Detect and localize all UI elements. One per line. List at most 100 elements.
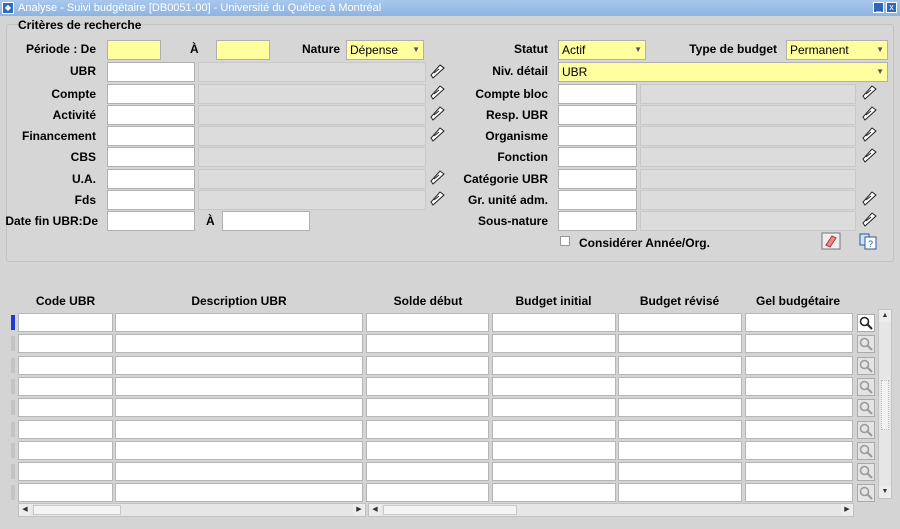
scroll-right-icon[interactable]: ▶ xyxy=(841,504,853,516)
cell-solde-debut[interactable] xyxy=(366,377,489,396)
compte-bloc-lov-pencil-icon[interactable] xyxy=(860,83,878,101)
cell-code-ubr[interactable] xyxy=(18,420,113,439)
date-fin-to-field[interactable] xyxy=(222,211,310,231)
considerer-checkbox[interactable] xyxy=(560,236,570,246)
magnifier-icon[interactable] xyxy=(857,442,875,460)
cell-description-ubr[interactable] xyxy=(115,420,363,439)
compte-lov-pencil-icon[interactable] xyxy=(428,83,446,101)
row-indicator[interactable] xyxy=(11,336,15,351)
nature-select[interactable]: Dépense ▼ xyxy=(346,40,424,60)
type-budget-select[interactable]: Permanent ▼ xyxy=(786,40,888,60)
scroll-thumb[interactable] xyxy=(881,380,889,430)
cell-gel-budgetaire[interactable] xyxy=(745,441,853,460)
compte-code-field[interactable] xyxy=(107,84,195,104)
scroll-left-icon[interactable]: ◀ xyxy=(369,504,381,516)
cell-gel-budgetaire[interactable] xyxy=(745,313,853,332)
row-indicator[interactable] xyxy=(11,464,15,479)
ua-code-field[interactable] xyxy=(107,169,195,189)
cell-budget-initial[interactable] xyxy=(492,356,616,375)
activite-lov-pencil-icon[interactable] xyxy=(428,104,446,122)
date-fin-from-field[interactable] xyxy=(107,211,195,231)
cell-budget-initial[interactable] xyxy=(492,334,616,353)
cell-budget-initial[interactable] xyxy=(492,313,616,332)
cell-budget-initial[interactable] xyxy=(492,377,616,396)
cell-description-ubr[interactable] xyxy=(115,462,363,481)
row-indicator[interactable] xyxy=(11,422,15,437)
fds-code-field[interactable] xyxy=(107,190,195,210)
periode-to-field[interactable] xyxy=(216,40,270,60)
ubr-code-field[interactable] xyxy=(107,62,195,82)
magnifier-icon[interactable] xyxy=(857,421,875,439)
sous-nature-lov-pencil-icon[interactable] xyxy=(860,210,878,228)
cell-solde-debut[interactable] xyxy=(366,420,489,439)
scroll-down-icon[interactable]: ▼ xyxy=(879,486,891,498)
cell-solde-debut[interactable] xyxy=(366,462,489,481)
minimize-button[interactable]: _ xyxy=(873,2,884,13)
cell-budget-initial[interactable] xyxy=(492,398,616,417)
activite-code-field[interactable] xyxy=(107,105,195,125)
niv-detail-select[interactable]: UBR ▼ xyxy=(558,62,888,82)
row-indicator[interactable] xyxy=(11,379,15,394)
scroll-thumb[interactable] xyxy=(383,505,517,515)
cell-gel-budgetaire[interactable] xyxy=(745,377,853,396)
sous-nature-code-field[interactable] xyxy=(558,211,637,231)
ua-lov-pencil-icon[interactable] xyxy=(428,168,446,186)
magnifier-icon[interactable] xyxy=(857,484,875,502)
cell-budget-initial[interactable] xyxy=(492,462,616,481)
grid-vertical-scrollbar[interactable]: ▲ ▼ xyxy=(878,309,892,499)
cell-gel-budgetaire[interactable] xyxy=(745,398,853,417)
magnifier-icon[interactable] xyxy=(857,335,875,353)
cell-budget-revise[interactable] xyxy=(618,398,742,417)
cell-gel-budgetaire[interactable] xyxy=(745,334,853,353)
gr-unite-code-field[interactable] xyxy=(558,190,637,210)
cell-description-ubr[interactable] xyxy=(115,441,363,460)
cell-budget-revise[interactable] xyxy=(618,313,742,332)
periode-from-field[interactable] xyxy=(107,40,161,60)
cell-code-ubr[interactable] xyxy=(18,483,113,502)
ubr-lov-pencil-icon[interactable] xyxy=(428,62,446,80)
magnifier-icon[interactable] xyxy=(857,357,875,375)
cell-budget-revise[interactable] xyxy=(618,420,742,439)
resp-ubr-lov-pencil-icon[interactable] xyxy=(860,104,878,122)
statut-select[interactable]: Actif ▼ xyxy=(558,40,646,60)
magnifier-icon[interactable] xyxy=(857,314,875,332)
cell-budget-revise[interactable] xyxy=(618,334,742,353)
cell-description-ubr[interactable] xyxy=(115,356,363,375)
cbs-code-field[interactable] xyxy=(107,147,195,167)
cell-solde-debut[interactable] xyxy=(366,398,489,417)
financement-code-field[interactable] xyxy=(107,126,195,146)
help-query-icon[interactable]: ? xyxy=(858,232,878,250)
scroll-thumb[interactable] xyxy=(33,505,121,515)
cell-code-ubr[interactable] xyxy=(18,313,113,332)
categorie-ubr-code-field[interactable] xyxy=(558,169,637,189)
cell-code-ubr[interactable] xyxy=(18,462,113,481)
cell-description-ubr[interactable] xyxy=(115,483,363,502)
cell-description-ubr[interactable] xyxy=(115,398,363,417)
row-indicator[interactable] xyxy=(11,315,15,330)
cell-code-ubr[interactable] xyxy=(18,441,113,460)
compte-bloc-code-field[interactable] xyxy=(558,84,637,104)
organisme-code-field[interactable] xyxy=(558,126,637,146)
cell-description-ubr[interactable] xyxy=(115,313,363,332)
cell-code-ubr[interactable] xyxy=(18,334,113,353)
cell-code-ubr[interactable] xyxy=(18,398,113,417)
magnifier-icon[interactable] xyxy=(857,463,875,481)
gr-unite-lov-pencil-icon[interactable] xyxy=(860,189,878,207)
magnifier-icon[interactable] xyxy=(857,378,875,396)
fonction-code-field[interactable] xyxy=(558,147,637,167)
scroll-right-icon[interactable]: ▶ xyxy=(353,504,365,516)
row-indicator[interactable] xyxy=(11,443,15,458)
left-horizontal-scrollbar[interactable]: ◀ ▶ xyxy=(18,503,366,517)
cell-budget-revise[interactable] xyxy=(618,441,742,460)
cell-code-ubr[interactable] xyxy=(18,377,113,396)
cell-solde-debut[interactable] xyxy=(366,334,489,353)
row-indicator[interactable] xyxy=(11,400,15,415)
cell-budget-revise[interactable] xyxy=(618,377,742,396)
cell-description-ubr[interactable] xyxy=(115,334,363,353)
resp-ubr-code-field[interactable] xyxy=(558,105,637,125)
cell-code-ubr[interactable] xyxy=(18,356,113,375)
cell-solde-debut[interactable] xyxy=(366,356,489,375)
cell-gel-budgetaire[interactable] xyxy=(745,483,853,502)
eraser-icon[interactable] xyxy=(821,232,841,250)
scroll-up-icon[interactable]: ▲ xyxy=(879,310,891,322)
